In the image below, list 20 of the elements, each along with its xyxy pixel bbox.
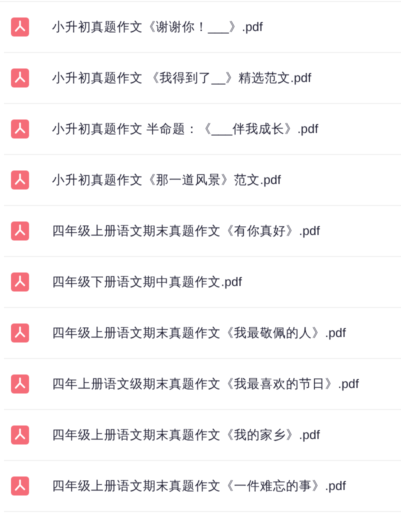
pdf-file-icon [11,374,30,394]
pdf-file-icon [11,170,30,190]
file-name[interactable]: 小升初真题作文《那一道风景》范文.pdf [52,172,281,188]
pdf-file-icon [11,221,30,241]
file-name[interactable]: 四年级上册语文期末真题作文《我的家乡》.pdf [52,426,320,444]
pdf-file-icon [11,119,30,139]
file-name[interactable]: 四年级上册语文期末真题作文《我最敬佩的人》.pdf [52,324,346,342]
file-name[interactable]: 四年级下册语文期中真题作文.pdf [52,274,242,290]
file-name[interactable]: 四年级上册语文期末真题作文《一件难忘的事》.pdf [52,478,346,494]
file-name[interactable]: 四年上册语文级期末真题作文《我最喜欢的节日》.pdf [52,376,359,392]
pdf-file-icon [11,68,30,88]
pdf-file-icon [11,476,30,496]
file-name[interactable]: 小升初真题作文 半命题：《___伴我成长》.pdf [52,120,318,138]
pdf-file-icon [11,17,30,37]
file-name[interactable]: 四年级上册语文期末真题作文《有你真好》.pdf [52,222,320,240]
pdf-file-icon [11,425,30,445]
file-name[interactable]: 小升初真题作文《谢谢你！___》.pdf [52,18,263,36]
pdf-file-icon [11,272,30,292]
pdf-file-icon [11,323,30,343]
file-name[interactable]: 小升初真题作文 《我得到了__》精选范文.pdf [52,70,312,86]
